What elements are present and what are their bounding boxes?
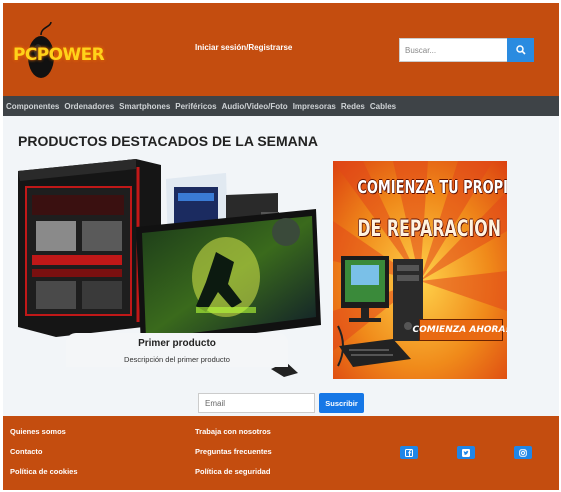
site-footer: Quienes somos Contacto Política de cooki…: [3, 416, 559, 490]
site-logo[interactable]: PCPOWER: [11, 21, 105, 81]
nav-item-audio-video-foto[interactable]: Audio/Video/Foto: [222, 102, 288, 111]
ad-cta-button[interactable]: COMIENZA AHORA!: [413, 319, 507, 341]
nav-item-componentes[interactable]: Componentes: [6, 102, 59, 111]
search-icon: [515, 45, 526, 55]
ad-headline-1: COMIENZA TU PROPIO NEGOCIO: [357, 177, 507, 198]
login-register-link[interactable]: Iniciar sesión/Registrarse: [195, 43, 292, 52]
product-title: Primer producto: [138, 338, 216, 349]
twitter-icon: [462, 448, 470, 457]
instagram-button[interactable]: [514, 446, 532, 459]
search-input[interactable]: [399, 38, 507, 62]
footer-link-about[interactable]: Quienes somos: [10, 427, 66, 436]
page: PCPOWER Iniciar sesión/Registrarse Compo…: [3, 3, 559, 490]
subscribe-button[interactable]: Suscribir: [319, 393, 364, 413]
section-title: PRODUCTOS DESTACADOS DE LA SEMANA: [18, 133, 318, 149]
carousel-caption: Primer producto Descripción del primer p…: [66, 333, 288, 367]
nav-item-smartphones[interactable]: Smartphones: [119, 102, 170, 111]
footer-link-contact[interactable]: Contacto: [10, 447, 43, 456]
nav-item-ordenadores[interactable]: Ordenadores: [64, 102, 114, 111]
logo-text: PCPOWER: [13, 45, 105, 65]
nav-item-cables[interactable]: Cables: [370, 102, 396, 111]
facebook-button[interactable]: [400, 446, 418, 459]
product-carousel[interactable]: Primer producto Descripción del primer p…: [16, 157, 322, 381]
twitter-button[interactable]: [457, 446, 475, 459]
footer-link-cookies[interactable]: Política de cookies: [10, 467, 78, 476]
nav-item-perifericos[interactable]: Periféricos: [175, 102, 216, 111]
site-header: PCPOWER Iniciar sesión/Registrarse: [3, 3, 559, 96]
ad-banner[interactable]: COMIENZA TU PROPIO NEGOCIO DE REPARACION…: [333, 161, 507, 379]
nav-item-redes[interactable]: Redes: [341, 102, 365, 111]
search-button[interactable]: [507, 38, 534, 62]
nav-item-impresoras[interactable]: Impresoras: [293, 102, 336, 111]
footer-link-security[interactable]: Política de seguridad: [195, 467, 270, 476]
footer-link-jobs[interactable]: Trabaja con nosotros: [195, 427, 271, 436]
email-input[interactable]: [198, 393, 315, 413]
category-nav: Componentes Ordenadores Smartphones Peri…: [3, 96, 559, 116]
instagram-icon: [519, 448, 527, 457]
facebook-icon: [405, 448, 413, 457]
ad-headline-2: DE REPARACION DE PC: [357, 217, 507, 242]
product-description: Descripción del primer producto: [124, 355, 230, 364]
footer-link-faq[interactable]: Preguntas frecuentes: [195, 447, 272, 456]
